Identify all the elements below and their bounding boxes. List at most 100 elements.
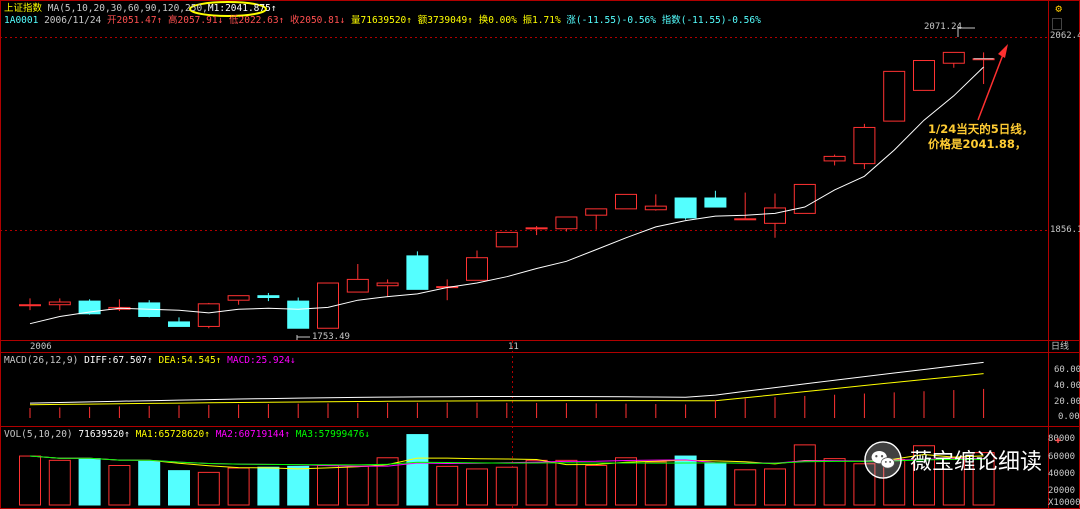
- callout-arrow-head: [998, 44, 1008, 58]
- volume-bar: [525, 459, 548, 506]
- candle-body: [376, 282, 399, 287]
- volume-bar: [555, 459, 578, 506]
- volume-bar: [495, 466, 518, 506]
- volume-bar: [734, 469, 757, 506]
- macd-axis-40: 40.00: [1054, 381, 1080, 391]
- low-price-label: 1753.49: [312, 332, 350, 342]
- index-name[interactable]: 上证指数: [4, 3, 42, 14]
- candle-body: [853, 126, 876, 165]
- candle-body: [704, 197, 727, 208]
- vol-ma2: MA2:60719144↑: [215, 429, 291, 440]
- candle-body: [823, 155, 846, 162]
- candle-body: [197, 303, 220, 327]
- callout-line-2: 价格是2041.88，: [928, 137, 1027, 151]
- volume-bar: [466, 468, 488, 506]
- candle-body: [227, 295, 250, 301]
- candle-body: [257, 295, 280, 298]
- volume-bar: [48, 459, 71, 506]
- vol-ma3: MA3:57999476↓: [295, 429, 371, 440]
- macd-header: MACD(26,12,9) DIFF:67.507↑ DEA:54.545↑ M…: [4, 355, 296, 366]
- candle-body: [19, 304, 41, 307]
- vol-axis-20000: 20000: [1048, 486, 1076, 496]
- volume-bar: [644, 461, 667, 506]
- volume-bar: [406, 434, 429, 506]
- candle-body: [406, 255, 429, 290]
- candle-body: [48, 301, 71, 306]
- settings-gear-icon[interactable]: ⚙: [1055, 3, 1062, 14]
- index-change-value: 指数(-11.55)-0.56%: [661, 15, 761, 26]
- stock-chart-window: 上证指数 MA(5,10,20,30,60,90,120,250,M1:2041…: [0, 0, 1080, 509]
- candle-body: [555, 216, 578, 230]
- vol-label[interactable]: VOL(5,10,20): [4, 429, 73, 440]
- macd-value: MACD:25.924↓: [227, 355, 296, 366]
- annotation-layer: [189, 1, 1008, 340]
- candles-layer: [19, 51, 995, 329]
- amplitude-value: 振1.71%: [522, 15, 561, 26]
- vol-ma1: MA1:65728620↑: [135, 429, 210, 440]
- volume-bar: [227, 467, 250, 506]
- stock-code: 1A0001: [4, 15, 39, 26]
- year-label: 2006: [30, 342, 52, 352]
- macd-label[interactable]: MACD(26,12,9): [4, 355, 78, 366]
- candle-body: [734, 218, 757, 221]
- volume-bar: [138, 460, 161, 506]
- volume-bar: [704, 462, 727, 506]
- change-value: 涨(-11.55)-0.56%: [566, 15, 656, 26]
- price-axis-mid: 1856.1: [1050, 225, 1080, 235]
- candle-body: [913, 60, 935, 91]
- close-price: 收2050.81↓: [290, 15, 346, 26]
- candle-body: [615, 193, 637, 210]
- volume-bar: [197, 471, 220, 506]
- candle-body: [764, 207, 786, 224]
- macd-axis-0: 0.00: [1058, 412, 1080, 422]
- candle-body: [644, 205, 667, 211]
- scroll-indicator[interactable]: [1052, 18, 1062, 30]
- volume-bar: [287, 465, 310, 506]
- header-row-2: 1A0001 2006/11/24 开2051.47↑ 高2057.91↓ 低2…: [4, 15, 761, 26]
- callout-arrow-line: [977, 51, 1005, 121]
- macd-axis-60: 60.00: [1054, 365, 1080, 375]
- period-label[interactable]: 日线: [1051, 342, 1069, 353]
- candle-body: [168, 321, 190, 327]
- volume-bar: [793, 444, 816, 506]
- ma-m1-value: M1:2041.875↑: [207, 3, 277, 14]
- volume-value: 量71639520↑: [351, 15, 412, 26]
- candle-body: [525, 227, 548, 230]
- header-row-1: 上证指数 MA(5,10,20,30,60,90,120,250,M1:2041…: [4, 3, 277, 14]
- wechat-icon: [864, 441, 902, 479]
- amount-value: 额3739049↑: [417, 15, 473, 26]
- macd-layer: [29, 361, 985, 418]
- ma5-layer: [29, 66, 984, 325]
- candle-body: [346, 278, 369, 293]
- volume-bar: [823, 458, 846, 506]
- vol-axis-unit: X10000: [1048, 498, 1080, 508]
- vol-value: 71639520↑: [78, 429, 130, 440]
- ma-label: MA(5,10,20,30,60,90,120,250,: [47, 3, 208, 14]
- macd-diff: DIFF:67.507↑: [84, 355, 153, 366]
- volume-bar: [168, 470, 190, 506]
- volume-bar: [585, 464, 608, 506]
- ma5-line: [29, 66, 984, 325]
- candle-body: [942, 51, 965, 64]
- pin-icon[interactable]: ✚: [1055, 436, 1061, 446]
- turnover-value: 换0.00%: [478, 15, 517, 26]
- volume-bar: [257, 466, 280, 506]
- callout-text: 1/24当天的5日线， 价格是2041.88，: [928, 122, 1033, 152]
- vol-layer: [19, 434, 995, 506]
- volume-bar: [19, 455, 41, 506]
- macd-dea: DEA:54.545↑: [158, 355, 222, 366]
- candle-body: [674, 197, 697, 219]
- volume-bar: [615, 457, 637, 506]
- open-price: 开2051.47↑: [107, 15, 163, 26]
- callout-line-1: 1/24当天的5日线，: [928, 122, 1034, 136]
- candle-body: [585, 208, 608, 216]
- volume-bar: [317, 464, 339, 506]
- candle-body: [287, 300, 310, 329]
- low-price: 低2022.63↑: [229, 15, 285, 26]
- candle-body: [466, 257, 488, 281]
- month-label: 11: [508, 342, 519, 352]
- vol-axis-80000: 80000: [1048, 434, 1076, 444]
- price-axis-top: 2062.4: [1050, 31, 1080, 41]
- watermark-text: 薇宝缠论细读: [909, 450, 1042, 475]
- candle-body: [883, 70, 906, 122]
